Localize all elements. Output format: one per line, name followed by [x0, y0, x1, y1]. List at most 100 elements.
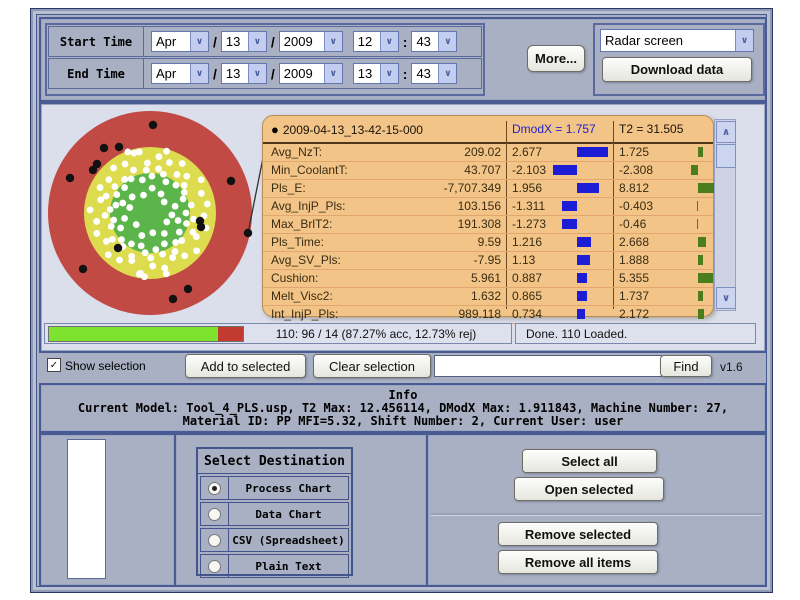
param-value: 103.156	[353, 199, 501, 213]
add-to-selected-button[interactable]: Add to selected	[185, 354, 306, 378]
chevron-down-icon[interactable]: ∨	[380, 64, 398, 83]
accepted-point	[161, 240, 168, 247]
accepted-point	[121, 184, 128, 191]
start-hour-select[interactable]: 12∨	[353, 31, 399, 52]
t2-value: -2.308	[619, 163, 653, 177]
t2-bar	[698, 291, 703, 301]
end-month-select[interactable]: Apr∨	[151, 63, 209, 84]
chevron-down-icon[interactable]: ∨	[380, 32, 398, 51]
chevron-down-icon[interactable]: ∨	[248, 64, 266, 83]
destination-option-label: CSV (Spreadsheet)	[229, 529, 348, 551]
radio-cell[interactable]	[201, 477, 229, 499]
destination-options: Process ChartData Chart CSV (Spreadsheet)…	[198, 476, 351, 578]
accepted-point	[147, 255, 154, 262]
accepted-point	[143, 167, 150, 174]
search-input[interactable]	[434, 355, 662, 377]
accepted-point	[161, 265, 168, 272]
param-name: Cushion:	[271, 271, 318, 285]
end-year-select[interactable]: 2009∨	[279, 63, 343, 84]
t2-bar	[698, 237, 706, 247]
date-separator: /	[271, 34, 275, 50]
more-button[interactable]: More...	[527, 45, 585, 72]
remove-selected-button[interactable]: Remove selected	[498, 522, 658, 546]
accepted-point	[183, 210, 190, 217]
accepted-point	[124, 149, 131, 156]
time-range-panel: Start Time Apr∨ / 13∨ / 2009∨ 12∨ : 43∨ …	[45, 23, 485, 96]
chevron-down-icon[interactable]: ∨	[324, 32, 342, 51]
show-selection-checkbox[interactable]: ✓	[47, 358, 61, 372]
accepted-point	[172, 239, 179, 246]
t2-bar	[698, 147, 703, 157]
select-all-button[interactable]: Select all	[522, 449, 657, 473]
page: Start Time Apr∨ / 13∨ / 2009∨ 12∨ : 43∨ …	[0, 0, 800, 600]
start-month-select[interactable]: Apr∨	[151, 31, 209, 52]
accepted-point	[105, 176, 112, 183]
radio-cell[interactable]	[201, 555, 229, 577]
rejected-point	[197, 223, 205, 231]
data-tooltip: ●2009-04-13_13-42-15-000 DmodX = 1.757 T…	[262, 115, 714, 317]
t2-bar	[691, 165, 698, 175]
scroll-up-icon[interactable]: ∧	[716, 121, 736, 143]
param-name: Int_InjP_Pls:	[271, 307, 338, 321]
accepted-point	[144, 160, 151, 167]
start-minute-select[interactable]: 43∨	[411, 31, 457, 52]
date-separator: /	[213, 34, 217, 50]
accepted-point	[113, 191, 120, 198]
accepted-point	[183, 173, 190, 180]
screen-type-select[interactable]: Radar screen∨	[600, 29, 754, 52]
progress-panel: 110: 96 / 14 (87.27% acc, 12.73% rej)	[44, 323, 512, 344]
accepted-point	[128, 175, 135, 182]
start-day-select[interactable]: 13∨	[221, 31, 267, 52]
radio-button[interactable]	[208, 560, 221, 573]
chevron-down-icon[interactable]: ∨	[324, 64, 342, 83]
accepted-point	[198, 176, 205, 183]
version-label: v1.6	[720, 360, 743, 374]
param-name: Pls_Time:	[271, 235, 324, 249]
bottom-right-panel: Select all Open selected Remove selected…	[426, 433, 767, 587]
open-selected-button[interactable]: Open selected	[514, 477, 664, 501]
table-row: Pls_Time:9.591.2162.668	[263, 234, 713, 252]
chevron-down-icon[interactable]: ∨	[190, 32, 208, 51]
selected-items-listbox[interactable]	[67, 439, 106, 579]
clear-selection-button[interactable]: Clear selection	[313, 354, 431, 378]
start-year-select[interactable]: 2009∨	[279, 31, 343, 52]
table-row: Melt_Visc2:1.6320.8651.737	[263, 288, 713, 306]
end-minute-select[interactable]: 43∨	[411, 63, 457, 84]
tooltip-scrollbar[interactable]: ∧ ∨	[714, 119, 736, 311]
chevron-down-icon[interactable]: ∨	[190, 64, 208, 83]
select-destination-group: Select Destination Process ChartData Cha…	[196, 447, 353, 576]
table-row: Avg_NzT:209.022.6771.725	[263, 144, 713, 162]
destination-option-process-chart[interactable]: Process Chart	[200, 476, 349, 500]
end-hour-select[interactable]: 13∨	[353, 63, 399, 84]
radio-button[interactable]	[208, 534, 221, 547]
end-day-select[interactable]: 13∨	[221, 63, 267, 84]
chevron-down-icon[interactable]: ∨	[248, 32, 266, 51]
destination-option-data-chart[interactable]: Data Chart	[200, 502, 349, 526]
t2-header: T2 = 31.505	[619, 122, 683, 136]
destination-option-csv-spreadsheet[interactable]: CSV (Spreadsheet)	[200, 528, 349, 552]
chevron-down-icon[interactable]: ∨	[735, 30, 753, 51]
selection-row: ✓ Show selection Add to selected Clear s…	[39, 353, 763, 381]
radio-cell[interactable]	[201, 503, 229, 525]
param-value: -7,707.349	[353, 181, 501, 195]
t2-bar	[697, 201, 698, 211]
accepted-point	[97, 184, 104, 191]
chevron-down-icon[interactable]: ∨	[438, 32, 456, 51]
scroll-down-icon[interactable]: ∨	[716, 287, 736, 309]
remove-all-items-button[interactable]: Remove all items	[498, 550, 658, 574]
accepted-point	[193, 233, 200, 240]
radio-button[interactable]	[208, 482, 221, 495]
progress-bar-accepted	[49, 327, 218, 341]
rejected-point	[184, 285, 192, 293]
find-button[interactable]: Find	[660, 355, 712, 377]
destination-option-plain-text[interactable]: Plain Text	[200, 554, 349, 578]
scrollbar-thumb[interactable]	[716, 144, 736, 168]
start-time-label: Start Time	[49, 27, 144, 56]
radio-button[interactable]	[208, 508, 221, 521]
param-name: Avg_SV_Pls:	[271, 253, 341, 267]
accepted-point	[110, 217, 117, 224]
chevron-down-icon[interactable]: ∨	[438, 64, 456, 83]
progress-bar	[48, 326, 244, 342]
radio-cell[interactable]	[201, 529, 229, 551]
download-data-button[interactable]: Download data	[602, 57, 752, 82]
